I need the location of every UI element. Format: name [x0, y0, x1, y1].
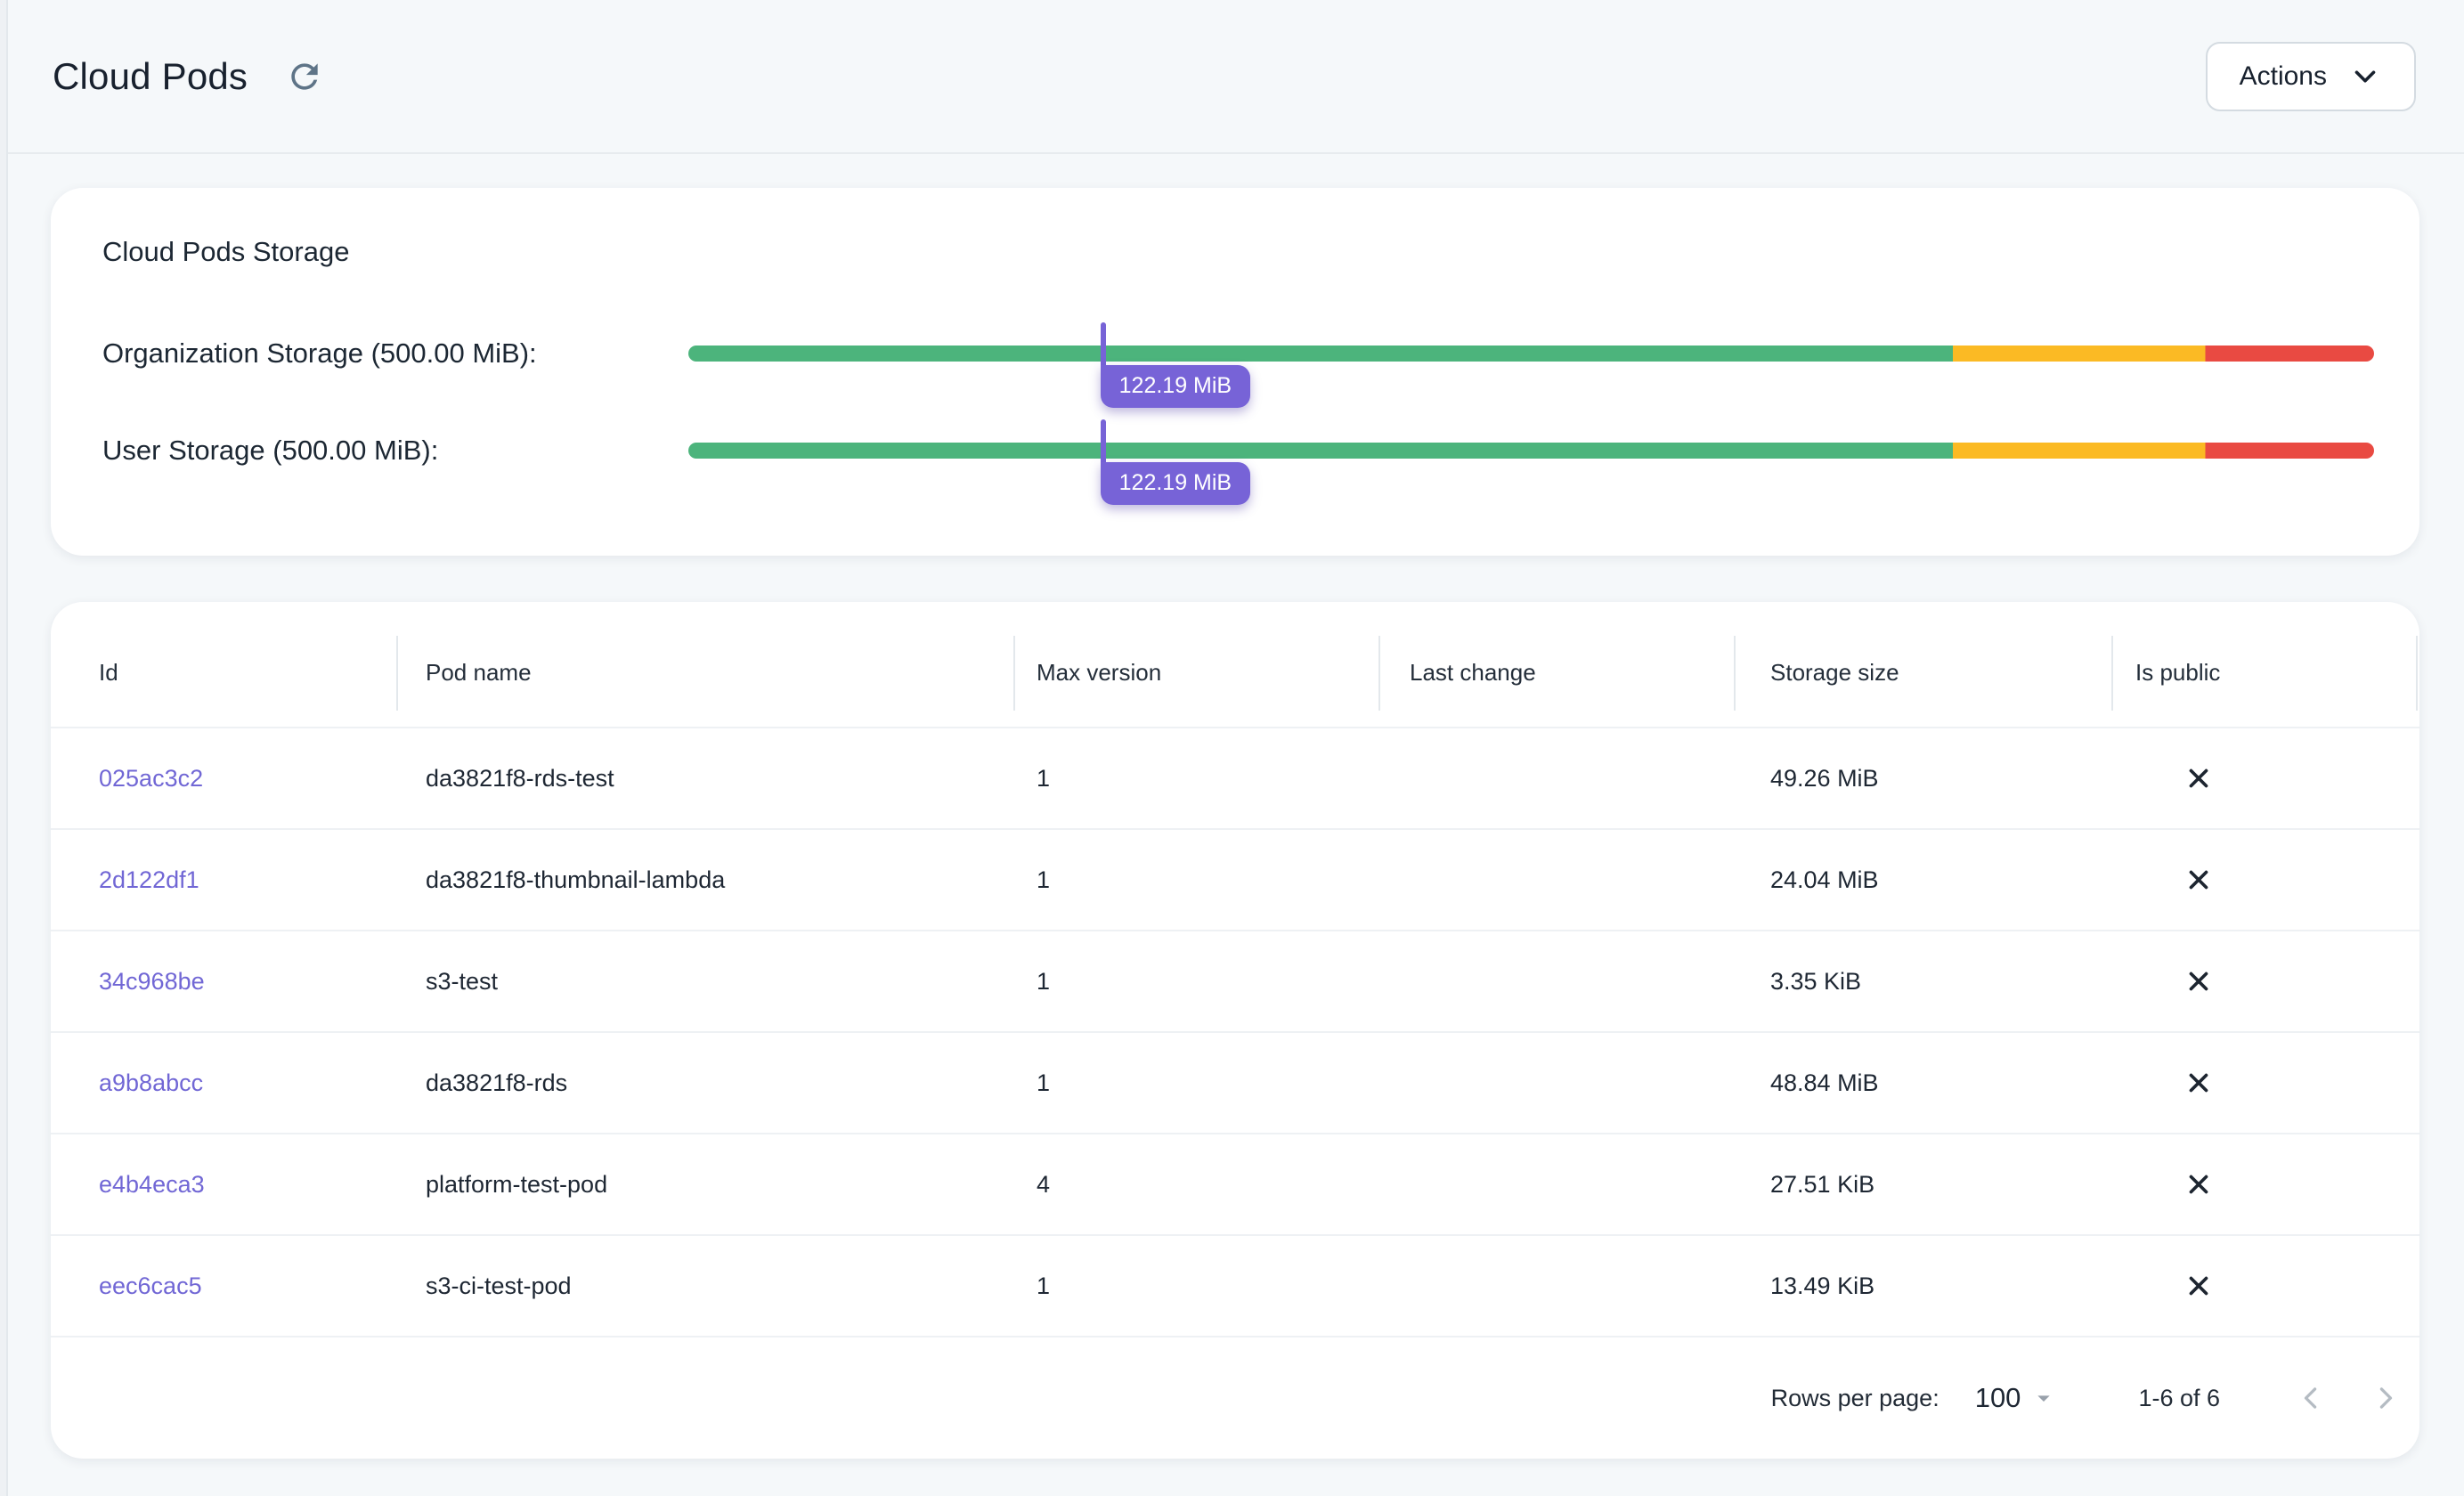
max-version-cell: 1	[1013, 1069, 1378, 1097]
user-storage-track	[688, 443, 2374, 459]
chevron-left-icon	[2291, 1378, 2330, 1418]
max-version-cell: 1	[1013, 968, 1378, 996]
chevron-right-icon	[2366, 1378, 2405, 1418]
user-storage-value-badge: 122.19 MiB	[1101, 462, 1250, 505]
chevron-down-icon	[2348, 60, 2382, 94]
refresh-button[interactable]	[280, 52, 329, 102]
is-public-cell	[2111, 1271, 2419, 1301]
table-row[interactable]: 34c968be s3-test 1 3.35 KiB	[51, 931, 2419, 1033]
storage-size-cell: 3.35 KiB	[1734, 968, 2111, 996]
pod-name-cell: platform-test-pod	[396, 1171, 1013, 1199]
storage-card: Cloud Pods Storage Organization Storage …	[51, 188, 2419, 556]
org-storage-label: Organization Storage (500.00 MiB):	[102, 334, 688, 373]
storage-size-cell: 27.51 KiB	[1734, 1171, 2111, 1199]
org-storage-row: Organization Storage (500.00 MiB): 122.1…	[102, 334, 2374, 373]
max-version-cell: 1	[1013, 866, 1378, 894]
max-version-cell: 4	[1013, 1171, 1378, 1199]
pod-id-link[interactable]: e4b4eca3	[99, 1171, 205, 1198]
user-storage-label: User Storage (500.00 MiB):	[102, 431, 688, 470]
is-public-cell	[2111, 966, 2419, 996]
pod-name-cell: da3821f8-rds	[396, 1069, 1013, 1097]
user-storage-gauge: 122.19 MiB	[688, 443, 2374, 459]
previous-page-button[interactable]	[2291, 1378, 2330, 1418]
rows-per-page-label: Rows per page:	[1771, 1385, 1939, 1412]
next-page-button[interactable]	[2366, 1378, 2405, 1418]
max-version-cell: 1	[1013, 765, 1378, 793]
column-separator	[1013, 636, 1015, 711]
pod-name-cell: s3-test	[396, 968, 1013, 996]
org-storage-track	[688, 346, 2374, 362]
max-version-cell: 1	[1013, 1272, 1378, 1300]
close-icon	[2183, 1068, 2214, 1098]
column-header-storage-size[interactable]: Storage size	[1734, 659, 2111, 687]
close-icon	[2183, 966, 2214, 996]
column-separator	[2416, 636, 2418, 711]
is-public-cell	[2111, 763, 2419, 793]
pod-name-cell: s3-ci-test-pod	[396, 1272, 1013, 1300]
column-separator	[1734, 636, 1736, 711]
table-row[interactable]: a9b8abcc da3821f8-rds 1 48.84 MiB	[51, 1033, 2419, 1134]
main-content: Cloud Pods Storage Organization Storage …	[0, 154, 2464, 1459]
table-pagination: Rows per page: 100 1-6 of 6	[51, 1337, 2419, 1459]
pod-id-link[interactable]: eec6cac5	[99, 1272, 202, 1299]
table-row[interactable]: 025ac3c2 da3821f8-rds-test 1 49.26 MiB	[51, 728, 2419, 830]
is-public-cell	[2111, 1169, 2419, 1199]
column-separator	[2111, 636, 2113, 711]
actions-button-label: Actions	[2240, 61, 2327, 92]
pods-table-card: Id Pod name Max version Last change Stor…	[51, 602, 2419, 1459]
is-public-cell	[2111, 1068, 2419, 1098]
storage-size-cell: 48.84 MiB	[1734, 1069, 2111, 1097]
page-header: Cloud Pods Actions	[0, 0, 2464, 154]
pod-id-link[interactable]: 025ac3c2	[99, 765, 203, 792]
column-header-id[interactable]: Id	[51, 659, 396, 687]
pagination-range: 1-6 of 6	[2138, 1385, 2220, 1412]
rows-per-page-value: 100	[1975, 1382, 2021, 1414]
pod-name-cell: da3821f8-thumbnail-lambda	[396, 866, 1013, 894]
user-storage-row: User Storage (500.00 MiB): 122.19 MiB	[102, 431, 2374, 470]
left-edge-divider	[0, 0, 8, 1496]
close-icon	[2183, 1169, 2214, 1199]
storage-size-cell: 49.26 MiB	[1734, 765, 2111, 793]
pod-id-link[interactable]: a9b8abcc	[99, 1069, 203, 1096]
table-row[interactable]: 2d122df1 da3821f8-thumbnail-lambda 1 24.…	[51, 830, 2419, 931]
refresh-icon	[285, 57, 324, 96]
column-header-last-change[interactable]: Last change	[1378, 659, 1734, 687]
storage-size-cell: 24.04 MiB	[1734, 866, 2111, 894]
pod-name-cell: da3821f8-rds-test	[396, 765, 1013, 793]
table-row[interactable]: e4b4eca3 platform-test-pod 4 27.51 KiB	[51, 1134, 2419, 1236]
close-icon	[2183, 865, 2214, 895]
arrow-dropdown-icon	[2029, 1384, 2058, 1412]
column-header-pod-name[interactable]: Pod name	[396, 659, 1013, 687]
pod-id-link[interactable]: 2d122df1	[99, 866, 199, 893]
org-storage-value-badge: 122.19 MiB	[1101, 365, 1250, 408]
rows-per-page-select[interactable]: 100	[1975, 1382, 2059, 1414]
close-icon	[2183, 763, 2214, 793]
table-row[interactable]: eec6cac5 s3-ci-test-pod 1 13.49 KiB	[51, 1236, 2419, 1337]
page-title: Cloud Pods	[53, 55, 248, 98]
is-public-cell	[2111, 865, 2419, 895]
org-storage-gauge: 122.19 MiB	[688, 346, 2374, 362]
actions-button[interactable]: Actions	[2206, 42, 2416, 111]
table-header-row: Id Pod name Max version Last change Stor…	[51, 602, 2419, 728]
storage-size-cell: 13.49 KiB	[1734, 1272, 2111, 1300]
pod-id-link[interactable]: 34c968be	[99, 968, 205, 995]
column-header-max-version[interactable]: Max version	[1013, 659, 1378, 687]
storage-card-title: Cloud Pods Storage	[102, 234, 2374, 270]
column-header-is-public[interactable]: Is public	[2111, 659, 2419, 687]
column-separator	[1378, 636, 1380, 711]
close-icon	[2183, 1271, 2214, 1301]
column-separator	[396, 636, 398, 711]
